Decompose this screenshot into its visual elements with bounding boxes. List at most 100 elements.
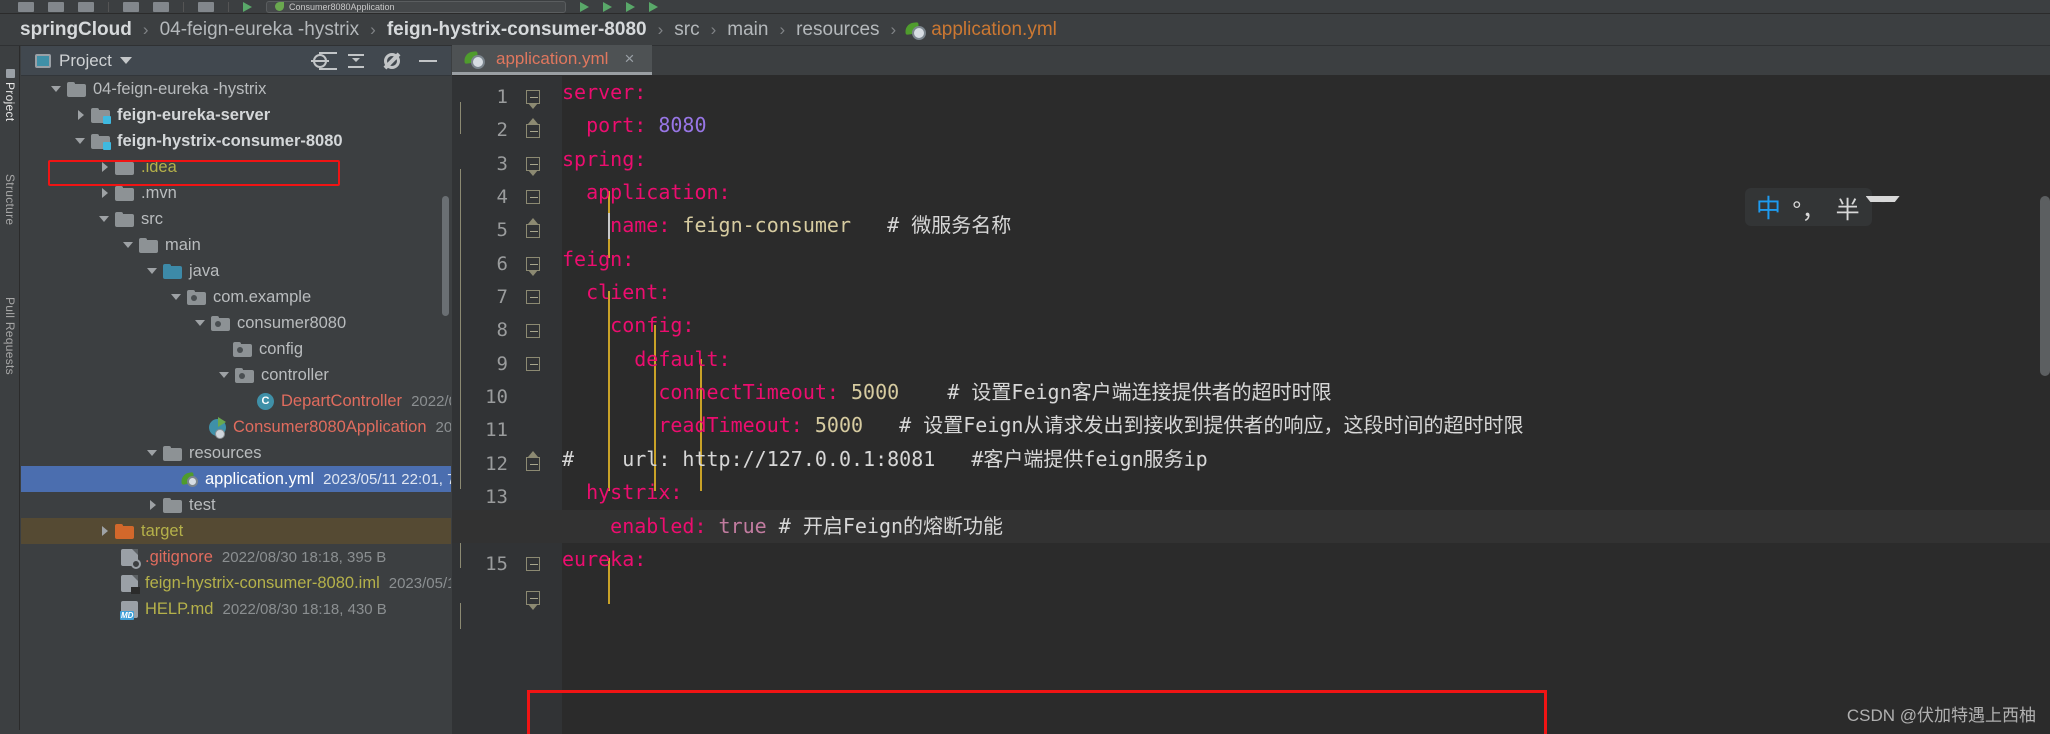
ime-halfwidth-icon[interactable]: 半	[1836, 190, 1860, 225]
fold-marker[interactable]	[524, 188, 542, 206]
expand-arrow-icon[interactable]	[97, 211, 113, 227]
fold-marker[interactable]	[524, 218, 542, 240]
tree-row-feign-hystrix-consumer-8080[interactable]: feign-hystrix-consumer-8080	[21, 128, 451, 154]
tree-row-feign-eureka-server[interactable]: feign-eureka-server	[21, 102, 451, 128]
code-line-6[interactable]: feign:	[562, 243, 634, 276]
code-line-7[interactable]: client:	[562, 276, 670, 309]
editor-tab-application-yml[interactable]: application.yml ×	[452, 45, 652, 75]
project-panel-scrollbar[interactable]	[442, 196, 449, 316]
open-project-icon[interactable]	[18, 1, 34, 12]
structure-icon[interactable]	[48, 1, 64, 12]
project-tree[interactable]: 04-feign-eureka -hystrix feign-eureka-se…	[21, 76, 451, 622]
tree-row-help-md[interactable]: MD HELP.md 2022/08/30 18:18, 430 B	[21, 596, 451, 622]
project-tool-window[interactable]: Project 04-feign-eureka -hystrix feign-e…	[21, 46, 451, 734]
code-line-3[interactable]: spring:	[562, 143, 646, 176]
tree-row-src[interactable]: src	[21, 206, 451, 232]
breadcrumb-item-module[interactable]: feign-hystrix-consumer-8080	[385, 19, 649, 41]
main-toolbar[interactable]: Consumer8080Application	[0, 0, 2050, 14]
expand-arrow-icon[interactable]	[145, 263, 161, 279]
tool-tab-structure[interactable]: Structure	[0, 154, 20, 246]
run-icon[interactable]	[243, 1, 252, 12]
expand-arrow-icon[interactable]	[97, 159, 113, 175]
tree-row-departcontroller[interactable]: C DepartController 2022/08/31 1	[21, 388, 451, 414]
sync-icon[interactable]	[78, 1, 94, 12]
fold-marker[interactable]	[524, 555, 542, 573]
fold-marker[interactable]	[524, 118, 542, 140]
code-line-14[interactable]: enabled: true # 开启Feign的熔断功能	[452, 510, 2050, 544]
expand-arrow-icon[interactable]	[97, 185, 113, 201]
fold-marker[interactable]	[524, 288, 542, 306]
editor-tab-bar[interactable]: application.yml ×	[452, 45, 2050, 76]
fold-marker[interactable]	[524, 322, 542, 340]
tree-row-idea[interactable]: .idea	[21, 154, 451, 180]
close-icon[interactable]: ×	[624, 49, 634, 69]
code-line-9[interactable]: default:	[562, 343, 730, 376]
back-icon[interactable]	[123, 1, 139, 12]
ime-mode-icon[interactable]: 中	[1755, 189, 1782, 225]
code-line-8[interactable]: config:	[562, 309, 694, 342]
expand-arrow-icon[interactable]	[121, 237, 137, 253]
code-line-10[interactable]: connectTimeout: 5000 # 设置Feign客户端连接提供者的超…	[562, 376, 1331, 409]
fold-marker[interactable]	[524, 255, 542, 276]
coverage-button-icon[interactable]	[626, 1, 635, 12]
tree-row-gitignore[interactable]: .gitignore 2022/08/30 18:18, 395 B	[21, 544, 451, 570]
left-tool-window-bar[interactable]: Project Structure Pull Requests	[0, 46, 20, 734]
code-lines[interactable]: server: port: 8080 spring: application: …	[452, 76, 2050, 734]
collapse-all-icon[interactable]	[347, 52, 365, 70]
expand-arrow-icon[interactable]	[73, 133, 89, 149]
debug-button-icon[interactable]	[603, 1, 612, 12]
ime-language-bar[interactable]: 中 °， 半	[1745, 188, 1888, 226]
tree-row-iml[interactable]: feign-hystrix-consumer-8080.iml 2023/05/…	[21, 570, 451, 596]
breadcrumb-item-group[interactable]: 04-feign-eureka -hystrix	[158, 19, 362, 41]
tree-row-consumer8080application[interactable]: Consumer8080Application 2022/08/	[21, 414, 451, 440]
profile-button-icon[interactable]	[649, 1, 658, 12]
expand-arrow-icon[interactable]	[145, 445, 161, 461]
breadcrumb[interactable]: springCloud › 04-feign-eureka -hystrix ›…	[0, 14, 2050, 46]
code-line-15[interactable]: eureka:	[562, 543, 646, 576]
code-editor[interactable]: 1 2 3 4 5 6 7 8 9 10 11 12 13 14 15	[452, 76, 2050, 734]
chevron-down-icon[interactable]	[119, 57, 132, 64]
tool-tab-project[interactable]: Project	[0, 52, 20, 138]
code-line-13[interactable]: hystrix:	[562, 476, 682, 509]
fold-marker[interactable]	[524, 355, 542, 373]
expand-arrow-icon[interactable]	[217, 367, 233, 383]
run-configuration-selector[interactable]: Consumer8080Application	[266, 0, 566, 13]
expand-arrow-icon[interactable]	[73, 107, 89, 123]
breadcrumb-item-src[interactable]: src	[672, 19, 701, 41]
ime-punctuation-icon[interactable]: °，	[1792, 190, 1826, 225]
expand-arrow-icon[interactable]	[169, 289, 185, 305]
tree-row-main[interactable]: main	[21, 232, 451, 258]
expand-arrow-icon[interactable]	[193, 315, 209, 331]
fold-marker[interactable]	[524, 155, 542, 176]
run-button-icon[interactable]	[580, 1, 589, 12]
hide-panel-icon[interactable]	[419, 52, 437, 70]
expand-arrow-icon[interactable]	[49, 81, 65, 97]
tool-tab-pull-requests[interactable]: Pull Requests	[0, 268, 20, 403]
tree-row-controller[interactable]: controller	[21, 362, 451, 388]
code-line-11[interactable]: readTimeout: 5000 # 设置Feign从请求发出到接收到提供者的…	[562, 409, 1523, 442]
fold-marker[interactable]	[524, 88, 542, 109]
tree-row-config[interactable]: config	[21, 336, 451, 362]
code-line-4[interactable]: application:	[562, 176, 731, 209]
tree-row-java[interactable]: java	[21, 258, 451, 284]
fold-marker[interactable]	[524, 451, 542, 473]
tree-row-application-yml[interactable]: application.yml 2023/05/11 22:01, 784 N	[21, 466, 451, 492]
tree-row-resources[interactable]: resources	[21, 440, 451, 466]
editor-gutter[interactable]: 1 2 3 4 5 6 7 8 9 10 11 12 13 14 15	[452, 76, 562, 734]
forward-icon[interactable]	[153, 1, 169, 12]
build-icon[interactable]	[198, 1, 214, 12]
fold-marker[interactable]	[524, 589, 542, 610]
gear-icon[interactable]	[383, 52, 401, 70]
editor-area[interactable]: application.yml × 1 2 3 4 5 6 7 8 9 10 1…	[452, 45, 2050, 734]
expand-arrow-icon[interactable]	[145, 497, 161, 513]
breadcrumb-item-main[interactable]: main	[725, 19, 770, 41]
tree-row-com-example[interactable]: com.example	[21, 284, 451, 310]
breadcrumb-item-resources[interactable]: resources	[794, 19, 881, 41]
expand-arrow-icon[interactable]	[97, 523, 113, 539]
code-line-1[interactable]: server:	[562, 76, 646, 109]
breadcrumb-item-project[interactable]: springCloud	[18, 19, 134, 41]
breadcrumb-item-file[interactable]: application.yml	[929, 19, 1059, 41]
code-line-5[interactable]: name: feign-consumer # 微服务名称	[562, 209, 1011, 242]
tree-row-04-feign-eureka-hystrix[interactable]: 04-feign-eureka -hystrix	[21, 76, 451, 102]
tree-row-target[interactable]: target	[21, 518, 451, 544]
